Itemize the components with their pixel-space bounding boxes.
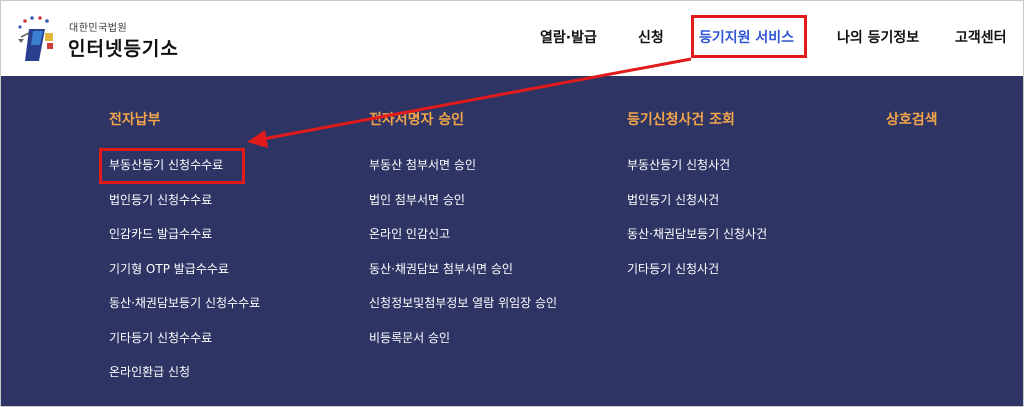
menu-item[interactable]: 법인등기 신청수수료 bbox=[109, 191, 212, 208]
menu-item[interactable]: 기타등기 신청수수료 bbox=[109, 329, 212, 346]
menu-item[interactable]: 온라인환급 신청 bbox=[109, 363, 190, 380]
menu-item[interactable]: 기기형 OTP 발급수수료 bbox=[109, 260, 229, 277]
nav-my-registry-info[interactable]: 나의 등기정보 bbox=[837, 27, 919, 47]
menu-item[interactable]: 기타등기 신청사건 bbox=[627, 260, 719, 277]
menu-item[interactable]: 동산·채권담보등기 신청수수료 bbox=[109, 294, 260, 311]
mega-menu-panel: 전자납부 전자서명자 승인 등기신청사건 조회 상호검색 부동산등기 신청수수료… bbox=[1, 76, 1023, 406]
col-heading-trade-name-search[interactable]: 상호검색 bbox=[886, 109, 938, 129]
court-emblem-icon bbox=[18, 16, 53, 61]
nav-highlight-box bbox=[691, 15, 807, 58]
col-heading-case-lookup[interactable]: 등기신청사건 조회 bbox=[627, 109, 735, 129]
menu-item[interactable]: 부동산 첨부서면 승인 bbox=[369, 156, 476, 173]
logo-subtitle: 대한민국법원 bbox=[69, 23, 128, 34]
menu-item[interactable]: 동산·채권담보등기 신청사건 bbox=[627, 225, 767, 242]
menu-item[interactable]: 신청정보및첨부정보 열람 위임장 승인 bbox=[369, 294, 557, 311]
menu-item[interactable]: 법인등기 신청사건 bbox=[627, 191, 719, 208]
logo-title: 인터넷등기소 bbox=[68, 38, 179, 60]
menu-item[interactable]: 비등록문서 승인 bbox=[369, 329, 450, 346]
menu-item-highlight-box bbox=[99, 148, 245, 184]
nav-customer-center[interactable]: 고객센터 bbox=[955, 27, 1007, 47]
menu-item[interactable]: 동산·채권담보 첨부서면 승인 bbox=[369, 260, 513, 277]
menu-item[interactable]: 부동산등기 신청사건 bbox=[627, 156, 730, 173]
header: 대한민국법원 인터넷등기소 열람·발급 신청 등기지원 서비스 나의 등기정보 … bbox=[1, 1, 1023, 76]
col-heading-e-signer-approval[interactable]: 전자서명자 승인 bbox=[369, 109, 464, 129]
page-frame: 대한민국법원 인터넷등기소 열람·발급 신청 등기지원 서비스 나의 등기정보 … bbox=[0, 0, 1024, 407]
nav-view-issue[interactable]: 열람·발급 bbox=[540, 27, 597, 47]
menu-item[interactable]: 인감카드 발급수수료 bbox=[109, 225, 212, 242]
menu-item[interactable]: 온라인 인감신고 bbox=[369, 225, 450, 242]
menu-item[interactable]: 법인 첨부서면 승인 bbox=[369, 191, 465, 208]
site-logo[interactable]: 대한민국법원 인터넷등기소 bbox=[15, 15, 225, 63]
nav-application[interactable]: 신청 bbox=[638, 27, 664, 47]
col-heading-e-payment[interactable]: 전자납부 bbox=[109, 109, 161, 129]
